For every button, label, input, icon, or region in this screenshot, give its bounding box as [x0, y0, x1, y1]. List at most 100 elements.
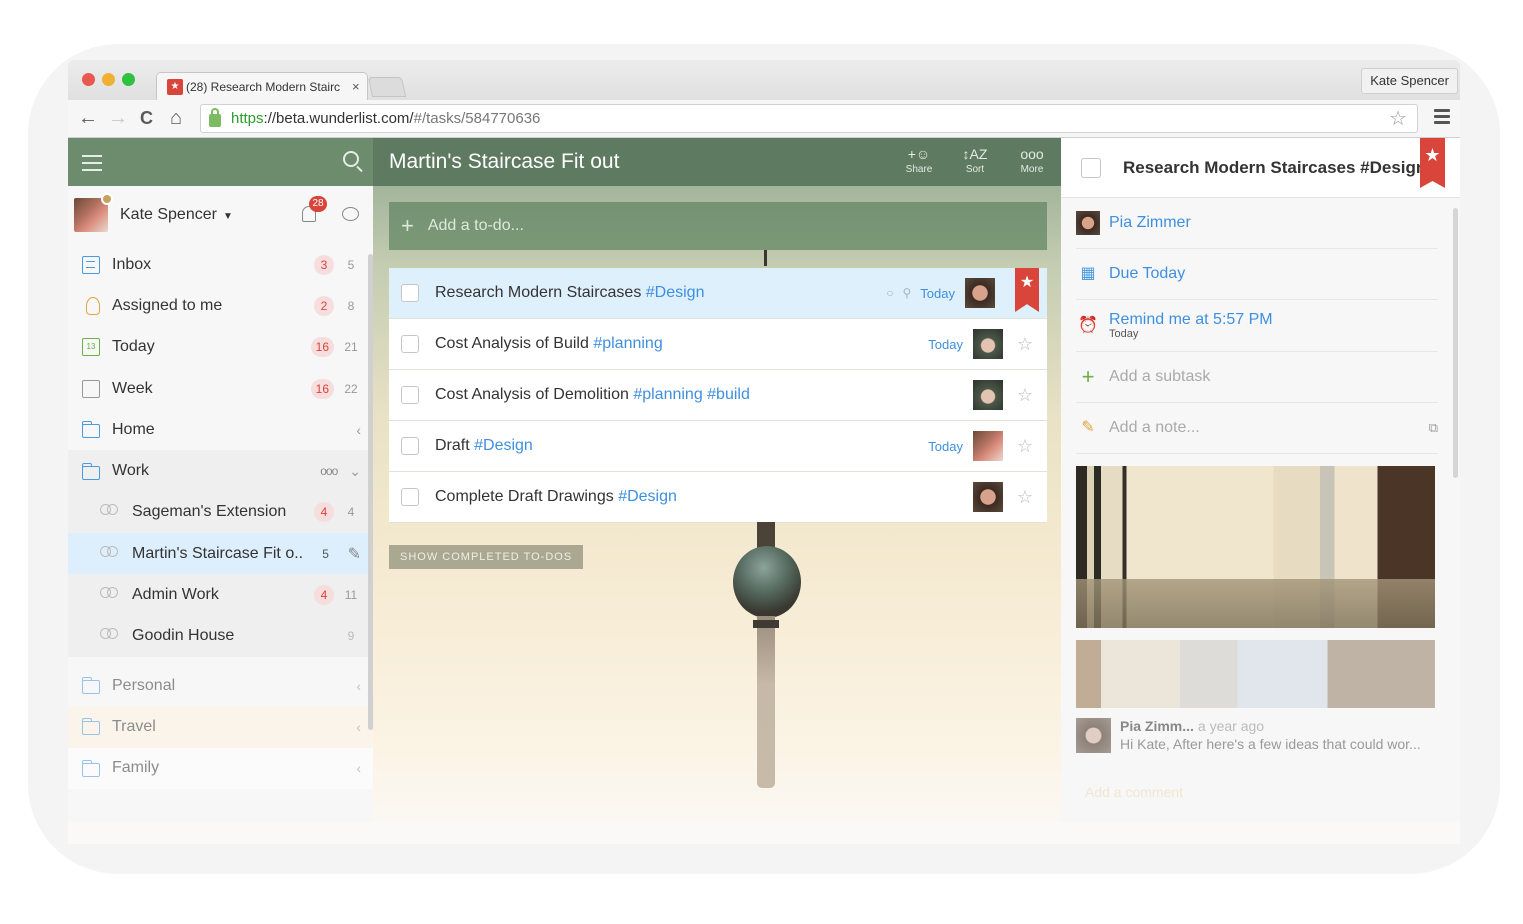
conversations-icon[interactable]	[342, 207, 359, 221]
chevron-left-icon[interactable]: ‹	[356, 678, 361, 694]
share-button[interactable]: +☺ Share	[899, 144, 939, 175]
task-title: Research Modern Staircases #Design	[435, 284, 886, 302]
add-comment-input[interactable]: Add a comment	[1085, 784, 1183, 800]
reminder-time: Remind me at 5:57 PM	[1109, 311, 1273, 328]
detail-task-title[interactable]: Research Modern Staircases #Design	[1123, 158, 1426, 178]
star-ribbon-icon[interactable]: ★	[1015, 268, 1039, 312]
task-checkbox[interactable]	[401, 335, 419, 353]
bookmark-star-icon[interactable]: ☆	[1389, 106, 1407, 131]
sidebar-item-work[interactable]: Work ooo ⌄	[68, 450, 373, 492]
add-note-input[interactable]: ✎ Add a note... ⧉	[1076, 403, 1438, 454]
wunderlist-app: Kate Spencer ▼ 28 Inbox 3 5 Assigned to m…	[68, 138, 1460, 844]
minimize-window-button[interactable]	[102, 73, 115, 86]
new-tab-button[interactable]	[367, 77, 407, 97]
task-tag[interactable]: #planning	[593, 335, 662, 352]
browser-tab[interactable]: ★ (28) Research Modern Stairc ×	[156, 72, 368, 100]
inbox-icon	[82, 255, 100, 274]
star-icon[interactable]: ☆	[1015, 487, 1035, 508]
detail-header: Research Modern Staircases #Design ★	[1061, 138, 1460, 198]
star-icon[interactable]: ☆	[1015, 385, 1035, 406]
detail-assignee-row[interactable]: Pia Zimmer	[1076, 198, 1438, 249]
open-note-external-icon[interactable]: ⧉	[1429, 420, 1438, 436]
sidebar-item-family[interactable]: Family ‹	[68, 747, 373, 789]
show-completed-button[interactable]: SHOW COMPLETED TO-DOS	[389, 545, 584, 569]
back-icon[interactable]: ←	[78, 107, 98, 129]
detail-due-row[interactable]: ▦ Due Today	[1076, 249, 1438, 300]
sidebar-item-label: Admin Work	[132, 586, 219, 604]
sidebar-item-sagemans-extension[interactable]: Sageman's Extension 4 4	[68, 491, 373, 534]
detail-reminder-row[interactable]: ⏰ Remind me at 5:57 PM Today	[1076, 300, 1438, 352]
overdue-count: 3	[314, 254, 334, 275]
sidebar-item-inbox[interactable]: Inbox 3 5	[68, 244, 373, 285]
detail-star-ribbon-icon[interactable]: ★	[1420, 138, 1445, 188]
sidebar-item-week[interactable]: Week 16 22	[68, 368, 373, 409]
task-due-date: Today	[928, 336, 963, 352]
task-row[interactable]: Complete Draft Drawings #Design ☆	[389, 472, 1047, 523]
address-bar[interactable]: https ://beta.wunderlist.com/ #/tasks/58…	[200, 104, 1418, 133]
edit-pencil-icon[interactable]: ✎	[348, 544, 361, 564]
profile-button[interactable]: Kate Spencer	[1361, 68, 1458, 94]
task-row[interactable]: Cost Analysis of Build #planning Today ☆	[389, 319, 1047, 370]
star-icon[interactable]: ☆	[1015, 334, 1035, 355]
background-tower-antenna	[764, 250, 767, 266]
star-icon[interactable]: ☆	[1015, 436, 1035, 457]
attachment-image-kitchen[interactable]	[1076, 640, 1435, 708]
calendar-today-icon: 13	[82, 338, 100, 357]
task-tag[interactable]: #planning #build	[633, 386, 750, 403]
maximize-window-button[interactable]	[122, 73, 135, 86]
assignee-name: Pia Zimmer	[1109, 214, 1191, 231]
sidebar-item-home[interactable]: Home ‹	[68, 409, 373, 450]
task-checkbox[interactable]	[401, 386, 419, 404]
sort-button[interactable]: ↕AZ Sort	[955, 144, 995, 175]
close-window-button[interactable]	[82, 73, 95, 86]
add-todo-input[interactable]: + Add a to-do...	[389, 202, 1047, 250]
task-tag[interactable]: #Design	[474, 437, 533, 454]
chevron-down-icon[interactable]: ⌄	[349, 463, 361, 480]
detail-task-checkbox[interactable]	[1081, 157, 1101, 178]
user-name[interactable]: Kate Spencer ▼	[120, 206, 233, 224]
sidebar-item-label: Work	[112, 462, 150, 480]
overdue-count: 16	[310, 337, 334, 358]
sidebar-item-today[interactable]: 13 Today 16 21	[68, 327, 373, 368]
user-dropdown-caret-icon[interactable]: ▼	[223, 211, 233, 222]
chevron-left-icon[interactable]: ‹	[356, 719, 361, 735]
task-checkbox[interactable]	[401, 284, 419, 302]
forward-icon[interactable]: →	[108, 107, 128, 129]
user-avatar[interactable]	[74, 193, 113, 232]
sidebar-item-admin-work[interactable]: Admin Work 4 11	[68, 574, 373, 616]
due-date: Due Today	[1109, 265, 1186, 282]
sidebar-item-personal[interactable]: Personal ‹	[68, 665, 373, 706]
reload-icon[interactable]: C	[140, 107, 153, 129]
add-subtask-input[interactable]: + Add a subtask	[1076, 352, 1438, 403]
sidebar-item-label: Today	[112, 338, 155, 356]
home-icon[interactable]: ⌂	[170, 107, 182, 129]
task-row[interactable]: Draft #Design Today ☆	[389, 421, 1047, 472]
task-row[interactable]: Cost Analysis of Demolition #planning #b…	[389, 370, 1047, 421]
sidebar-item-label: Personal	[112, 676, 176, 694]
more-button[interactable]: ooo More	[1012, 144, 1052, 175]
more-options-icon[interactable]: ooo	[320, 464, 338, 478]
sidebar-item-travel[interactable]: Travel ‹	[68, 706, 373, 748]
sidebar-item-goodin-house[interactable]: Goodin House 9	[68, 615, 373, 657]
chevron-left-icon[interactable]: ‹	[356, 760, 361, 776]
task-checkbox[interactable]	[401, 437, 419, 455]
browser-menu-icon[interactable]	[1434, 109, 1450, 127]
pencil-icon: ✎	[1081, 419, 1095, 436]
task-checkbox[interactable]	[401, 488, 419, 506]
task-row[interactable]: Research Modern Staircases #Design ○ ⚲ T…	[389, 268, 1047, 319]
task-title-text: Complete Draft Drawings	[435, 488, 614, 505]
background-tower-shaft	[757, 616, 775, 788]
task-tag[interactable]: #Design	[646, 284, 705, 301]
attachment-image-interior[interactable]	[1076, 466, 1435, 628]
sidebar-item-label: Family	[112, 759, 160, 777]
task-tag[interactable]: #Design	[618, 488, 677, 505]
task-title-text: Cost Analysis of Build	[435, 335, 589, 352]
detail-scrollbar[interactable]	[1453, 208, 1458, 478]
sidebar-item-martins-staircase[interactable]: Martin's Staircase Fit o.. 5 ✎	[68, 533, 373, 575]
search-icon[interactable]	[343, 151, 359, 167]
hamburger-menu-icon[interactable]	[82, 155, 102, 176]
tab-close-icon[interactable]: ×	[352, 79, 360, 94]
sidebar-item-assigned-to-me[interactable]: Assigned to me 2 8	[68, 285, 373, 326]
chevron-left-icon[interactable]: ‹	[356, 422, 361, 438]
